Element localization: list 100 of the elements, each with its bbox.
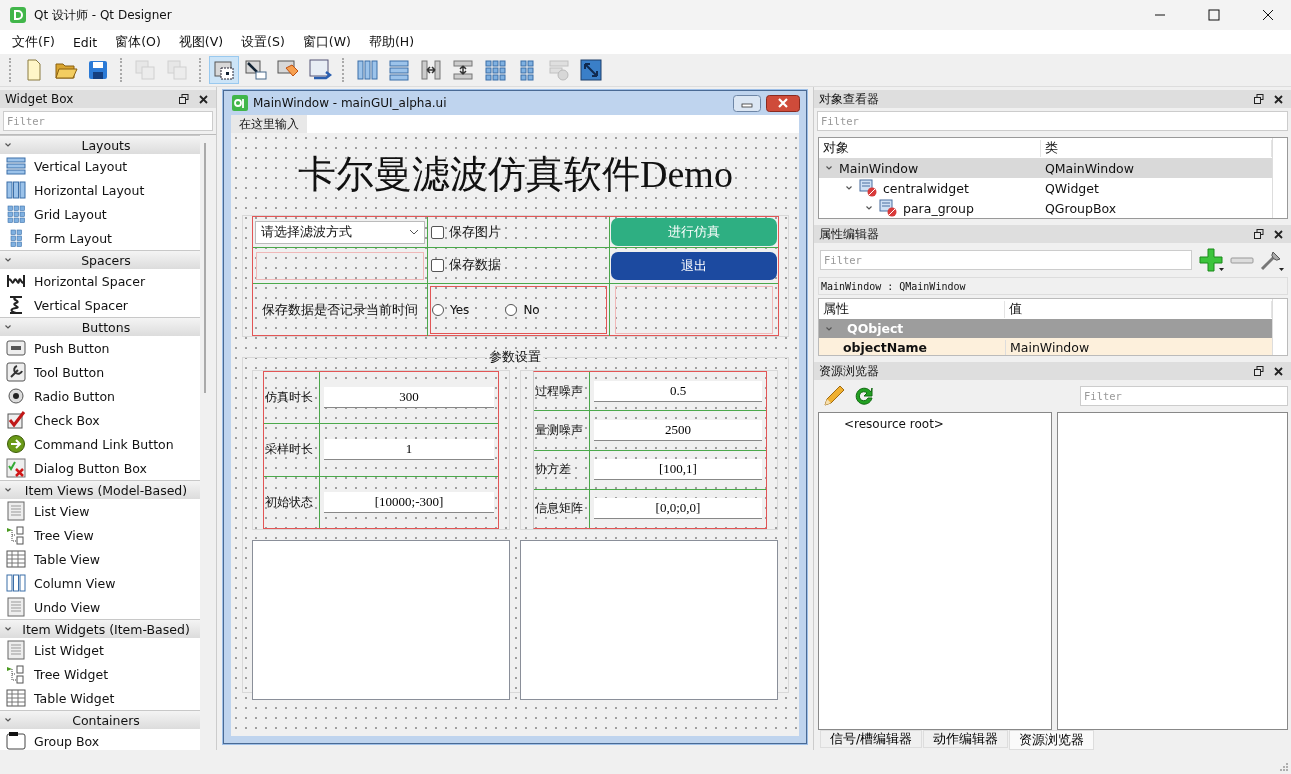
push-button-icon bbox=[6, 338, 26, 358]
widget-icon bbox=[859, 179, 877, 197]
float-icon[interactable] bbox=[1254, 229, 1264, 239]
filter-field[interactable]: Filter bbox=[1080, 386, 1288, 406]
tree-row[interactable]: MainWindow QMainWindow bbox=[819, 158, 1272, 178]
widget-item[interactable]: List View bbox=[34, 503, 90, 519]
wrench-icon bbox=[6, 362, 26, 382]
window-title: Qt 设计师 - Qt Designer bbox=[34, 6, 172, 24]
panel-title: 资源浏览器 bbox=[819, 362, 880, 380]
heading: 卡尔曼滤波仿真软件Demo bbox=[297, 151, 734, 197]
chevron-icon[interactable] bbox=[4, 625, 12, 633]
checkbox[interactable] bbox=[431, 259, 444, 272]
object-name: centralwidget bbox=[883, 180, 969, 196]
category-header[interactable]: Item Widgets (Item-Based) bbox=[0, 619, 200, 638]
tree-row[interactable]: centralwidget QWidget bbox=[819, 178, 1272, 198]
resize-grip-icon[interactable] bbox=[1279, 762, 1289, 772]
checkmark-icon bbox=[6, 410, 26, 430]
tab[interactable]: 信号/槽编辑器 bbox=[820, 730, 923, 748]
float-icon[interactable] bbox=[179, 94, 189, 104]
box-arrow-icon bbox=[308, 58, 332, 82]
grid-icon bbox=[483, 58, 507, 82]
category-header[interactable]: Buttons bbox=[0, 317, 200, 336]
close-icon[interactable] bbox=[766, 94, 800, 112]
input-field[interactable]: [10000;-300] bbox=[324, 491, 494, 513]
rows-icon bbox=[6, 156, 26, 176]
category-label: Item Widgets (Item-Based) bbox=[21, 621, 191, 637]
exit-button[interactable]: 退出 bbox=[611, 251, 777, 280]
columns-icon bbox=[355, 58, 379, 82]
menu-item[interactable]: 视图(V) bbox=[169, 33, 233, 51]
checkbox-label: 保存数据 bbox=[449, 257, 501, 274]
chevron-icon[interactable] bbox=[4, 256, 12, 264]
panel-title: 对象查看器 bbox=[819, 90, 880, 108]
input-field[interactable]: 1 bbox=[324, 439, 494, 461]
object-name: MainWindow bbox=[839, 160, 919, 176]
menu-item[interactable]: 窗体(O) bbox=[106, 33, 170, 51]
resize-icon bbox=[579, 58, 603, 82]
radio-button[interactable] bbox=[432, 304, 444, 316]
minimize-icon[interactable] bbox=[733, 94, 761, 112]
category-label: Buttons bbox=[80, 319, 132, 335]
menu-item[interactable]: 文件(F) bbox=[3, 33, 64, 51]
combo-box[interactable]: 请选择滤波方式 bbox=[255, 220, 425, 244]
filter-field[interactable]: Filter bbox=[820, 250, 1192, 270]
arrow-into-box-icon bbox=[244, 58, 268, 82]
input-field[interactable]: 2500 bbox=[594, 419, 762, 441]
app-logo-icon bbox=[10, 7, 26, 23]
grid-icon bbox=[6, 204, 26, 224]
columns-icon bbox=[6, 180, 26, 200]
plus-icon[interactable] bbox=[1199, 248, 1225, 272]
input-field[interactable]: 0.5 bbox=[594, 380, 762, 402]
checkbox[interactable] bbox=[431, 225, 444, 239]
menu-item[interactable]: 窗口(W) bbox=[293, 33, 360, 51]
category-header[interactable]: Item Views (Model-Based) bbox=[0, 480, 200, 499]
float-icon[interactable] bbox=[1254, 94, 1264, 104]
column-header[interactable]: 对象 bbox=[819, 139, 1041, 157]
input-field[interactable]: [100,1] bbox=[594, 459, 762, 481]
category-header[interactable]: Spacers bbox=[0, 250, 200, 269]
input-field[interactable]: [0,0;0,0] bbox=[594, 498, 762, 520]
close-icon[interactable] bbox=[1274, 366, 1283, 376]
chevron-icon[interactable] bbox=[4, 141, 12, 149]
chevron-icon[interactable] bbox=[4, 716, 12, 724]
menu-placeholder[interactable]: 在这里输入 bbox=[231, 114, 307, 134]
chevron-icon[interactable] bbox=[4, 486, 12, 494]
stacked-squares-icon bbox=[165, 58, 189, 82]
field-label: 量测噪声 bbox=[535, 421, 583, 439]
scrollbar[interactable] bbox=[204, 143, 206, 393]
property-name: objectName bbox=[842, 339, 929, 355]
pencil-icon[interactable] bbox=[822, 384, 846, 408]
tab[interactable]: 动作编辑器 bbox=[923, 730, 1009, 748]
column-header[interactable]: 属性 bbox=[819, 300, 1005, 318]
chevron-icon[interactable] bbox=[825, 164, 833, 172]
chevron-icon[interactable] bbox=[845, 184, 853, 192]
widget-item[interactable]: Tree View bbox=[34, 527, 94, 543]
class-name: QGroupBox bbox=[1044, 200, 1118, 216]
category-header[interactable]: Layouts bbox=[0, 135, 200, 154]
float-icon[interactable] bbox=[1254, 366, 1264, 376]
menu-item[interactable]: 设置(S) bbox=[232, 33, 294, 51]
close-icon[interactable] bbox=[1274, 229, 1283, 239]
tree-item[interactable]: <resource root> bbox=[844, 417, 944, 431]
radio-button[interactable] bbox=[505, 304, 518, 316]
menu-item[interactable]: Edit bbox=[63, 34, 107, 50]
chevron-icon[interactable] bbox=[865, 204, 873, 212]
chevron-icon[interactable] bbox=[4, 323, 12, 331]
category-header[interactable]: Containers bbox=[0, 710, 200, 729]
horizontal-splitter-icon bbox=[419, 58, 443, 82]
filter-field[interactable]: Filter bbox=[3, 111, 213, 131]
category-label: Containers bbox=[71, 712, 141, 728]
menu-item[interactable]: 帮助(H) bbox=[359, 33, 424, 51]
stacked-squares-icon bbox=[133, 58, 157, 82]
form-window-title: MainWindow - mainGUI_alpha.ui bbox=[253, 96, 447, 110]
rows-icon bbox=[387, 58, 411, 82]
input-field[interactable]: 300 bbox=[324, 387, 494, 409]
tree-row[interactable]: para_group QGroupBox bbox=[819, 198, 1272, 218]
field-label: 初始状态 bbox=[265, 493, 313, 511]
tab[interactable]: 资源浏览器 bbox=[1009, 730, 1095, 750]
close-icon[interactable] bbox=[1274, 94, 1283, 104]
filter-field[interactable]: Filter bbox=[817, 111, 1288, 131]
close-icon[interactable] bbox=[199, 94, 208, 104]
field-label: 协方差 bbox=[535, 461, 571, 479]
object-class-label: MainWindow : QMainWindow bbox=[818, 277, 1288, 295]
category-label: Item Views (Model-Based) bbox=[23, 482, 189, 498]
